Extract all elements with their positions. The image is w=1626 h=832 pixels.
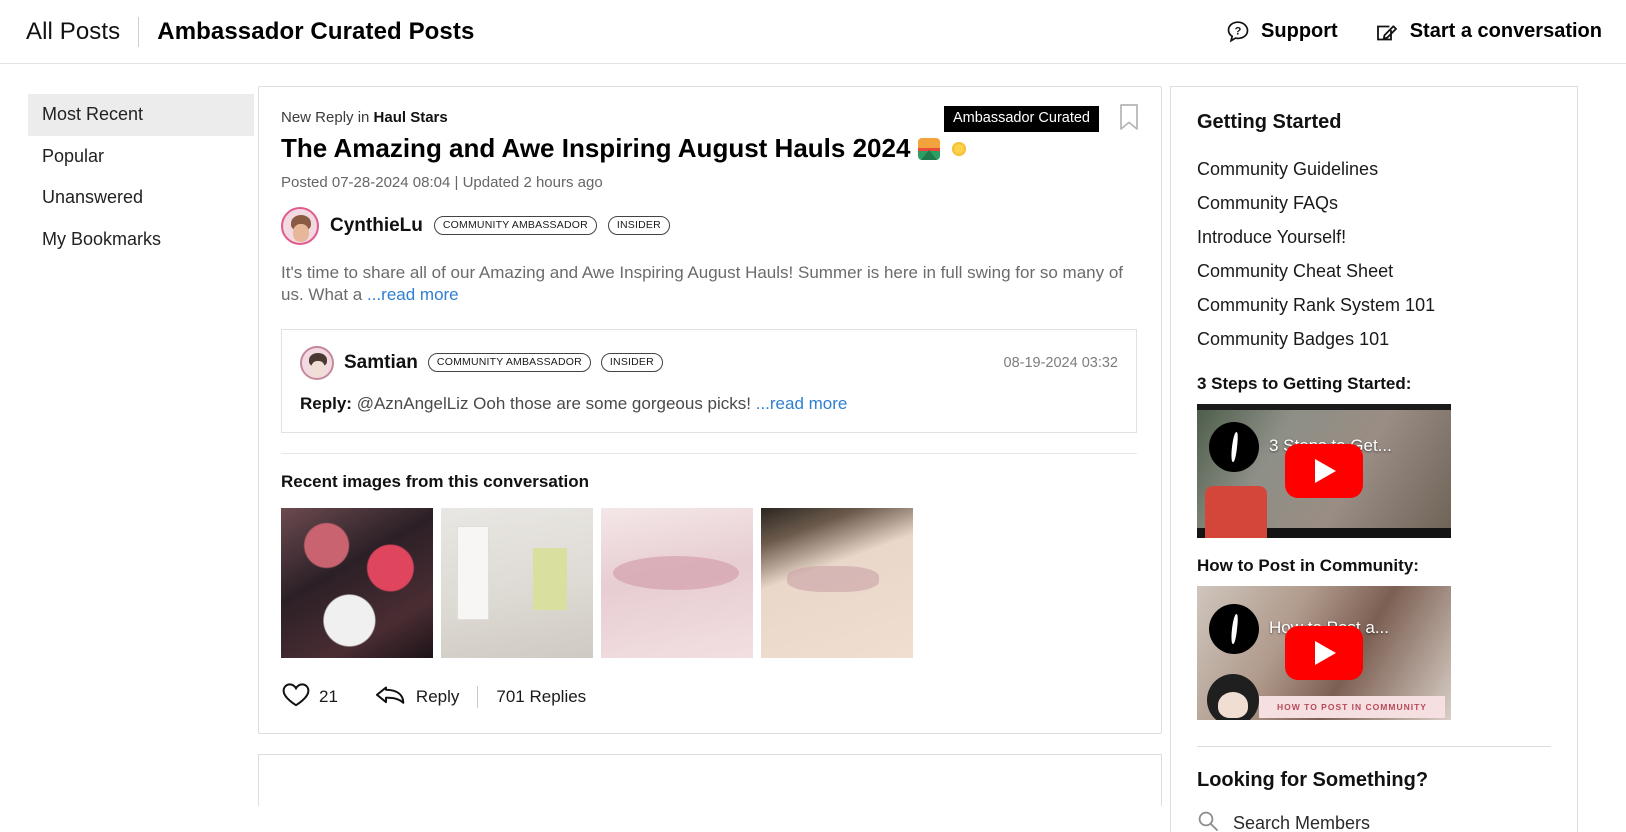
heart-icon	[281, 682, 311, 713]
nested-reply-text: Reply: @AznAngelLiz Ooh those are some g…	[300, 394, 1118, 414]
nested-reply-author-name[interactable]: Samtian	[344, 352, 418, 374]
help-speech-bubble-icon: ?	[1225, 19, 1251, 45]
rail-link-community-rank-system-101[interactable]: Community Rank System 101	[1197, 288, 1551, 322]
post-body-text: It's time to share all of our Amazing an…	[281, 262, 1137, 307]
sephora-logo-icon	[1209, 422, 1259, 472]
video-letterbox-bottom	[1197, 528, 1451, 538]
sidebar-item-my-bookmarks[interactable]: My Bookmarks	[28, 219, 254, 261]
rail-divider	[1197, 746, 1551, 747]
start-conversation-button[interactable]: Start a conversation	[1374, 19, 1602, 45]
getting-started-panel: Getting Started Community Guidelines Com…	[1170, 86, 1578, 832]
like-button[interactable]: 21	[281, 682, 338, 713]
post-posted-date: Posted 07-28-2024 08:04	[281, 173, 451, 191]
nested-reply-header: Samtian COMMUNITY AMBASSADOR INSIDER 08-…	[300, 345, 1119, 380]
rail-link-introduce-yourself[interactable]: Introduce Yourself!	[1197, 220, 1551, 254]
page-title: Ambassador Curated Posts	[157, 17, 475, 45]
page-body: Most Recent Popular Unanswered My Bookma…	[0, 64, 1626, 832]
sidebar-item-unanswered[interactable]: Unanswered	[28, 177, 254, 219]
search-members-link[interactable]: Search Members	[1197, 810, 1551, 832]
reply-button-label: Reply	[415, 687, 460, 707]
recent-images-gallery	[281, 507, 1137, 658]
post-title[interactable]: The Amazing and Awe Inspiring August Hau…	[281, 133, 1137, 165]
avatar[interactable]	[300, 345, 334, 380]
post-board-name[interactable]: Haul Stars	[374, 109, 448, 126]
youtube-play-button-icon[interactable]	[1285, 626, 1363, 680]
badge-insider: INSIDER	[607, 216, 670, 235]
post-title-text: The Amazing and Awe Inspiring August Hau…	[281, 133, 911, 163]
replies-count[interactable]: 701 Replies	[496, 687, 586, 707]
video-thumbnail-how-to-post-in-community[interactable]: How to Post a... HOW TO POST IN COMMUNIT…	[1197, 586, 1451, 720]
sidebar-item-most-recent[interactable]: Most Recent	[28, 94, 254, 136]
search-icon	[1197, 810, 1219, 832]
rail-heading-looking-for-something: Looking for Something?	[1197, 769, 1429, 791]
bookmark-icon[interactable]	[1117, 102, 1141, 132]
rail-link-community-faqs[interactable]: Community FAQs	[1197, 186, 1551, 220]
sort-filter-sidebar: Most Recent Popular Unanswered My Bookma…	[0, 86, 254, 260]
rail-link-community-cheat-sheet[interactable]: Community Cheat Sheet	[1197, 254, 1551, 288]
badge-insider: INSIDER	[600, 353, 663, 372]
rail-link-community-guidelines[interactable]: Community Guidelines	[1197, 152, 1551, 186]
youtube-play-button-icon[interactable]	[1285, 444, 1363, 498]
sunrise-over-mountains-emoji-icon	[918, 137, 941, 160]
nested-reply-read-more-link[interactable]: ...read more	[756, 394, 848, 413]
avatar[interactable]	[281, 206, 319, 245]
rail-link-community-badges-101[interactable]: Community Badges 101	[1197, 322, 1551, 356]
post-date-separator: |	[454, 173, 459, 191]
compose-pencil-icon	[1374, 19, 1400, 45]
start-conversation-label: Start a conversation	[1409, 20, 1602, 42]
rail-heading-getting-started: Getting Started	[1197, 111, 1342, 133]
nested-reply-excerpt: @AznAngelLiz Ooh those are some gorgeous…	[351, 393, 756, 413]
gallery-thumbnail-makeup-palette-haul-flatlay[interactable]	[281, 507, 433, 658]
sun-with-face-emoji-icon	[948, 138, 970, 160]
post-updated-date: Updated 2 hours ago	[462, 173, 603, 191]
next-post-card-partial[interactable]	[258, 753, 1162, 806]
sephora-logo-icon	[1209, 604, 1259, 654]
video2-overlay-banner: HOW TO POST IN COMMUNITY	[1259, 696, 1445, 718]
video-letterbox-top	[1197, 404, 1451, 410]
post-timestamps: Posted 07-28-2024 08:04 | Updated 2 hour…	[281, 174, 1137, 191]
post-author-row: CynthieLu COMMUNITY AMBASSADOR INSIDER	[281, 206, 1137, 245]
reply-arrow-icon	[374, 682, 408, 713]
video2-heading: How to Post in Community:	[1197, 556, 1419, 575]
support-label: Support	[1261, 20, 1338, 42]
action-divider	[477, 686, 479, 709]
section-divider	[281, 452, 1137, 454]
reply-button[interactable]: Reply	[374, 682, 459, 713]
nested-reply: Samtian COMMUNITY AMBASSADOR INSIDER 08-…	[281, 328, 1137, 433]
post-author-name[interactable]: CynthieLu	[330, 215, 423, 237]
post-feed: Ambassador Curated New Reply in Haul Sta…	[254, 86, 1162, 806]
post-origin-prefix: New Reply in	[281, 109, 374, 126]
nested-reply-label: Reply:	[300, 393, 352, 413]
breadcrumb-all-posts[interactable]: All Posts	[26, 18, 120, 46]
support-button[interactable]: ? Support	[1225, 19, 1338, 45]
gallery-thumbnail-lipstick-swatches-on-lips[interactable]	[601, 507, 753, 658]
nested-reply-timestamp: 08-19-2024 03:32	[1003, 354, 1119, 371]
breadcrumb-divider	[138, 16, 140, 47]
post-action-bar: 21 Reply 701 Replies	[281, 682, 1137, 713]
recent-images-heading: Recent images from this conversation	[281, 471, 589, 491]
status-badge-ambassador-curated: Ambassador Curated	[943, 106, 1099, 132]
badge-community-ambassador: COMMUNITY AMBASSADOR	[433, 216, 597, 235]
video2-presenter-avatar	[1207, 674, 1259, 720]
right-rail-wrapper: Getting Started Community Guidelines Com…	[1162, 86, 1626, 832]
top-navigation-bar: All Posts Ambassador Curated Posts ? Sup…	[0, 0, 1626, 64]
svg-text:?: ?	[1235, 25, 1242, 37]
video1-heading: 3 Steps to Getting Started:	[1197, 374, 1412, 393]
like-count: 21	[319, 687, 338, 707]
video-thumbnail-3-steps-to-getting-started[interactable]: 3 Steps to Get...	[1197, 404, 1451, 538]
sidebar-item-popular[interactable]: Popular	[28, 136, 254, 178]
search-members-label: Search Members	[1233, 813, 1371, 832]
post-card: Ambassador Curated New Reply in Haul Sta…	[258, 86, 1162, 734]
badge-community-ambassador: COMMUNITY AMBASSADOR	[427, 353, 591, 372]
gallery-thumbnail-gloss-swatches-on-hand[interactable]	[761, 507, 913, 658]
gallery-thumbnail-skincare-products-on-blanket[interactable]	[441, 507, 593, 658]
post-read-more-link[interactable]: ...read more	[367, 285, 459, 304]
